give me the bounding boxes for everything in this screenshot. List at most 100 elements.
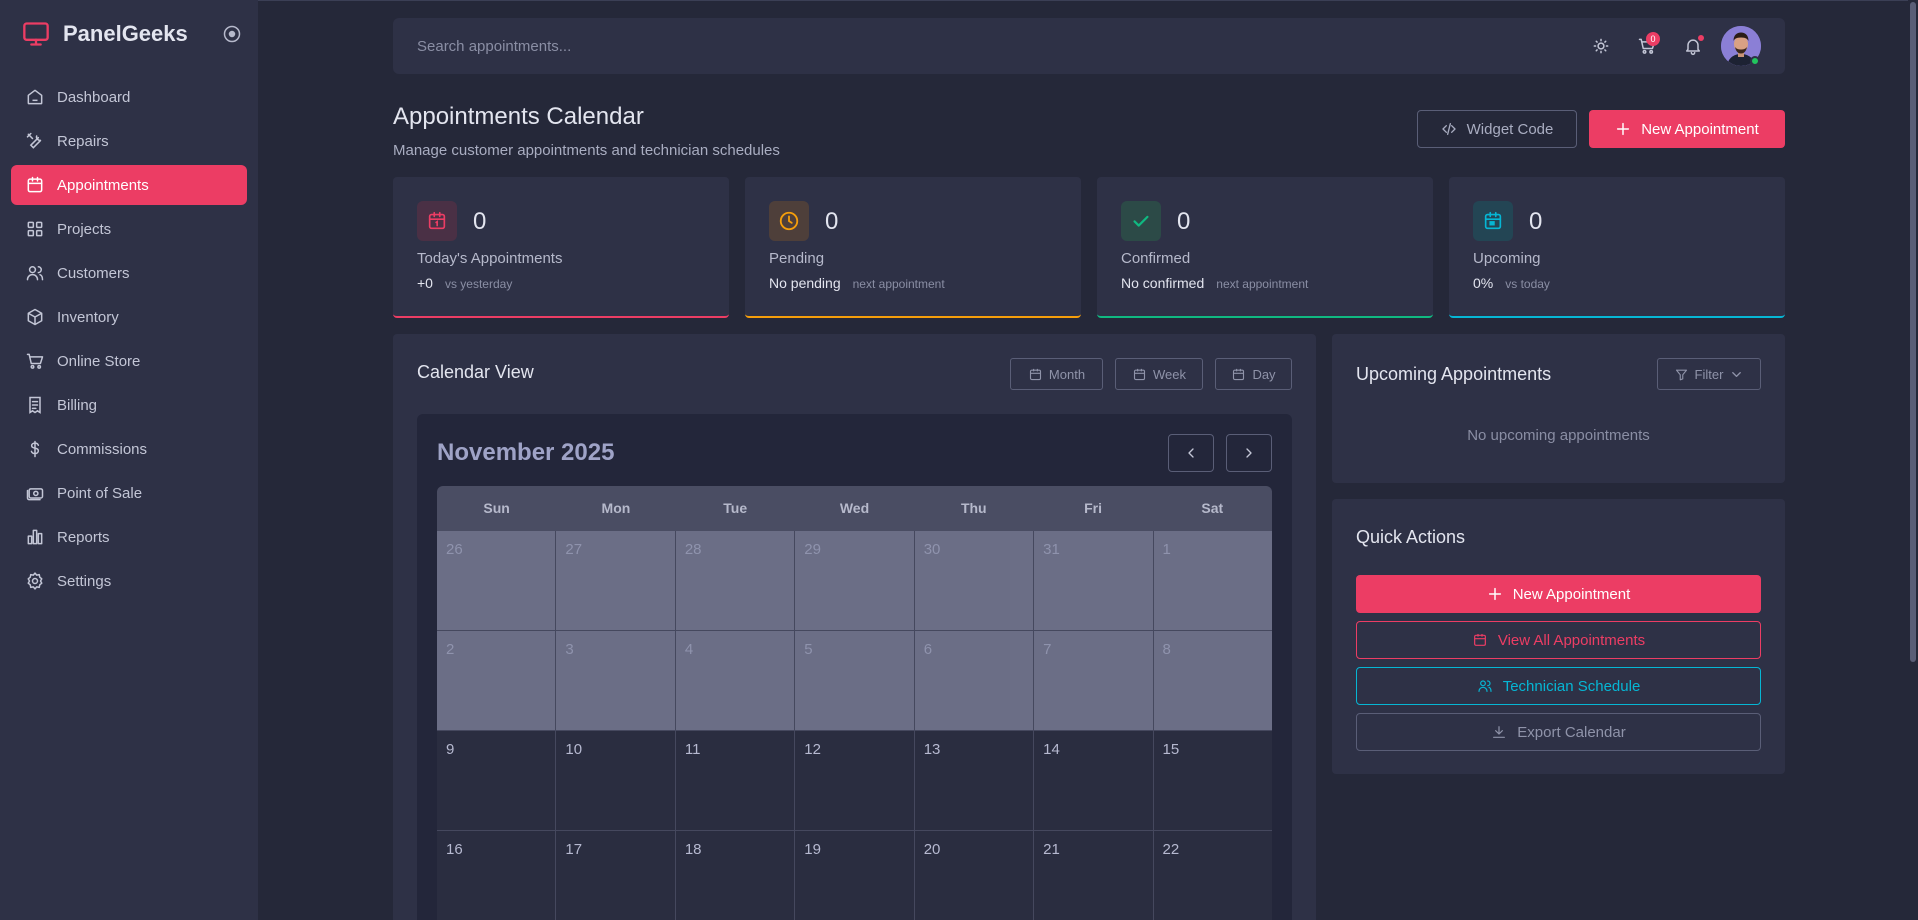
new-appointment-button[interactable]: New Appointment xyxy=(1589,110,1785,148)
sidebar-item-inventory[interactable]: Inventory xyxy=(11,297,247,337)
week-view-button[interactable]: Week xyxy=(1115,358,1203,390)
filter-button[interactable]: Filter xyxy=(1657,358,1761,390)
sidebar-nav: Dashboard Repairs Appointments Projects … xyxy=(11,77,247,605)
calendar-day-cell[interactable]: 20 xyxy=(914,831,1035,920)
calendar-day-cell[interactable]: 5 xyxy=(795,631,915,731)
calendar-icon xyxy=(1132,367,1153,382)
topbar: 0 xyxy=(393,18,1785,74)
new-appointment-label: New Appointment xyxy=(1641,120,1759,138)
calendar-icon xyxy=(25,175,45,195)
calendar-icon xyxy=(1231,367,1252,382)
view-all-label: View All Appointments xyxy=(1497,631,1646,649)
calendar-week-row: 16 17 18 19 20 21 22 xyxy=(437,831,1272,920)
calendar-day-cell[interactable]: 3 xyxy=(556,631,676,731)
stat-label: Upcoming xyxy=(1473,250,1541,267)
next-month-button[interactable] xyxy=(1226,434,1272,472)
chevron-down-icon xyxy=(1729,367,1744,382)
sidebar-item-repairs[interactable]: Repairs xyxy=(11,121,247,161)
calendar-panel: Calendar View Month Week Day November 20… xyxy=(393,334,1316,920)
view-all-appointments-button[interactable]: View All Appointments xyxy=(1356,621,1761,659)
sidebar-item-commissions[interactable]: Commissions xyxy=(11,429,247,469)
calendar-day-cell[interactable]: 29 xyxy=(795,531,915,631)
sidebar-item-label: Reports xyxy=(57,528,110,546)
cart-icon xyxy=(25,351,45,371)
sidebar-item-label: Inventory xyxy=(57,308,119,326)
brand[interactable]: PanelGeeks xyxy=(22,20,188,48)
calendar-day-cell[interactable]: 15 xyxy=(1153,731,1272,831)
calendar-day-cell[interactable]: 12 xyxy=(795,731,915,831)
calendar-day-cell[interactable]: 11 xyxy=(675,731,796,831)
day-view-button[interactable]: Day xyxy=(1215,358,1292,390)
stat-sub-main: No confirmed xyxy=(1121,275,1205,291)
calendar-day-cell[interactable]: 14 xyxy=(1034,731,1154,831)
calendar-week-row: 26 27 28 29 30 31 1 xyxy=(437,531,1272,631)
calendar-day-cell[interactable]: 22 xyxy=(1153,831,1272,920)
calendar-day-cell[interactable]: 9 xyxy=(437,731,557,831)
online-status-dot xyxy=(1750,56,1760,66)
calendar-day-cell[interactable]: 13 xyxy=(914,731,1035,831)
calendar-day-icon xyxy=(417,201,457,241)
calendar-day-cell[interactable]: 4 xyxy=(675,631,796,731)
technician-schedule-button[interactable]: Technician Schedule xyxy=(1356,667,1761,705)
prev-month-button[interactable] xyxy=(1168,434,1214,472)
calendar-day-cell[interactable]: 6 xyxy=(914,631,1035,731)
sun-icon[interactable] xyxy=(1591,36,1611,56)
sidebar-item-reports[interactable]: Reports xyxy=(11,517,247,557)
widget-code-button[interactable]: Widget Code xyxy=(1417,110,1577,148)
users-icon xyxy=(25,263,45,283)
cart-count-badge: 0 xyxy=(1646,32,1660,46)
calendar-day-cell[interactable]: 31 xyxy=(1034,531,1154,631)
calendar-title: Calendar View xyxy=(417,362,534,382)
weekday-label: Tue xyxy=(723,500,748,516)
month-view-button[interactable]: Month xyxy=(1010,358,1103,390)
day-view-label: Day xyxy=(1252,366,1276,382)
search-input[interactable] xyxy=(417,33,1117,59)
calendar-day-cell[interactable]: 8 xyxy=(1153,631,1272,731)
sidebar-item-label: Billing xyxy=(57,396,98,414)
stat-card-upcoming: 0 Upcoming 0% vs today xyxy=(1449,177,1785,318)
sidebar-item-point-of-sale[interactable]: Point of Sale xyxy=(11,473,247,513)
calendar-day-cell[interactable]: 27 xyxy=(556,531,676,631)
calendar-day-cell[interactable]: 26 xyxy=(437,531,557,631)
grid-icon xyxy=(25,219,45,239)
qa-new-appointment-button[interactable]: New Appointment xyxy=(1356,575,1761,613)
scrollbar-thumb[interactable] xyxy=(1910,2,1916,662)
page-title: Appointments Calendar xyxy=(393,103,644,130)
weekday-label: Mon xyxy=(601,500,631,516)
calendar-day-cell[interactable]: 18 xyxy=(675,831,796,920)
sidebar-item-projects[interactable]: Projects xyxy=(11,209,247,249)
check-icon xyxy=(1121,201,1161,241)
stat-card-today: 0 Today's Appointments +0 vs yesterday xyxy=(393,177,729,318)
stat-label: Pending xyxy=(769,250,825,267)
dollar-icon xyxy=(25,439,45,459)
sidebar-item-customers[interactable]: Customers xyxy=(11,253,247,293)
calendar-day-cell[interactable]: 2 xyxy=(437,631,557,731)
sidebar-item-online-store[interactable]: Online Store xyxy=(11,341,247,381)
sidebar-toggle-icon[interactable] xyxy=(222,24,242,44)
calendar-day-cell[interactable]: 19 xyxy=(795,831,915,920)
export-calendar-button[interactable]: Export Calendar xyxy=(1356,713,1761,751)
sidebar-item-label: Settings xyxy=(57,572,112,590)
chevron-left-icon xyxy=(1183,445,1199,461)
box-icon xyxy=(25,307,45,327)
weekday-label: Fri xyxy=(1084,500,1102,516)
sidebar-item-appointments[interactable]: Appointments xyxy=(11,165,247,205)
monitor-logo-icon xyxy=(22,20,50,48)
calendar-day-cell[interactable]: 16 xyxy=(437,831,557,920)
weekday-label: Thu xyxy=(960,500,987,516)
sidebar-item-billing[interactable]: Billing xyxy=(11,385,247,425)
sidebar-item-dashboard[interactable]: Dashboard xyxy=(11,77,247,117)
calendar-day-cell[interactable]: 28 xyxy=(675,531,796,631)
calendar-day-cell[interactable]: 1 xyxy=(1153,531,1272,631)
calendar-day-cell[interactable]: 30 xyxy=(914,531,1035,631)
calendar-day-cell[interactable]: 10 xyxy=(556,731,676,831)
calendar-grid: Sun Mon Tue Wed Thu Fri Sat 26 27 28 29 … xyxy=(437,486,1272,920)
plus-icon xyxy=(1615,121,1631,137)
sidebar-item-label: Commissions xyxy=(57,440,148,458)
calendar-day-cell[interactable]: 17 xyxy=(556,831,676,920)
calendar-day-cell[interactable]: 21 xyxy=(1034,831,1154,920)
weekday-label: Sun xyxy=(483,500,510,516)
calendar-day-cell[interactable]: 7 xyxy=(1034,631,1154,731)
stat-label: Today's Appointments xyxy=(417,250,563,267)
sidebar-item-settings[interactable]: Settings xyxy=(11,561,247,601)
